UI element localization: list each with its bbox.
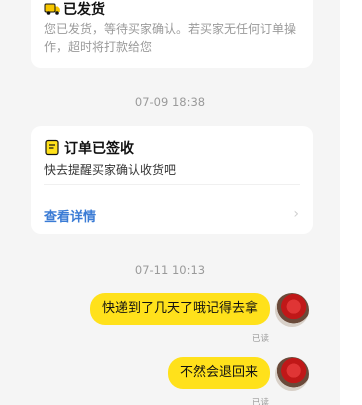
- timestamp: 07-09 18:38: [134, 95, 206, 109]
- chevron-right-icon[interactable]: ›: [293, 206, 299, 222]
- truck-icon: [44, 3, 60, 15]
- order-signed-card: 订单已签收 快去提醒买家确认收货吧 查看详情 ›: [31, 126, 313, 234]
- timestamp: 07-11 10:13: [134, 263, 206, 277]
- shipped-title: 已发货: [63, 2, 105, 18]
- read-status: 已读: [252, 334, 270, 344]
- chat-area[interactable]: 已发货 您已发货，等待买家确认。若买家无任何订单操作，超时将打款给您 07-09…: [0, 0, 340, 405]
- shipped-description: 您已发货，等待买家确认。若买家无任何订单操作，超时将打款给您: [44, 22, 297, 54]
- card-divider: [44, 184, 300, 185]
- shipped-notice-card: 已发货 您已发货，等待买家确认。若买家无任何订单操作，超时将打款给您: [31, 0, 313, 68]
- message-bubble[interactable]: 快递到了几天了哦记得去拿: [89, 293, 270, 325]
- avatar[interactable]: [275, 357, 309, 391]
- side-panel: [340, 0, 362, 405]
- order-signed-title: 订单已签收: [64, 141, 134, 157]
- order-signed-description: 快去提醒买家确认收货吧: [44, 163, 177, 177]
- read-status: 已读: [252, 398, 270, 405]
- message-bubble[interactable]: 不然会退回来: [167, 357, 270, 389]
- receipt-icon: [45, 139, 59, 156]
- avatar[interactable]: [275, 293, 309, 327]
- view-details-link[interactable]: 查看详情: [44, 206, 96, 225]
